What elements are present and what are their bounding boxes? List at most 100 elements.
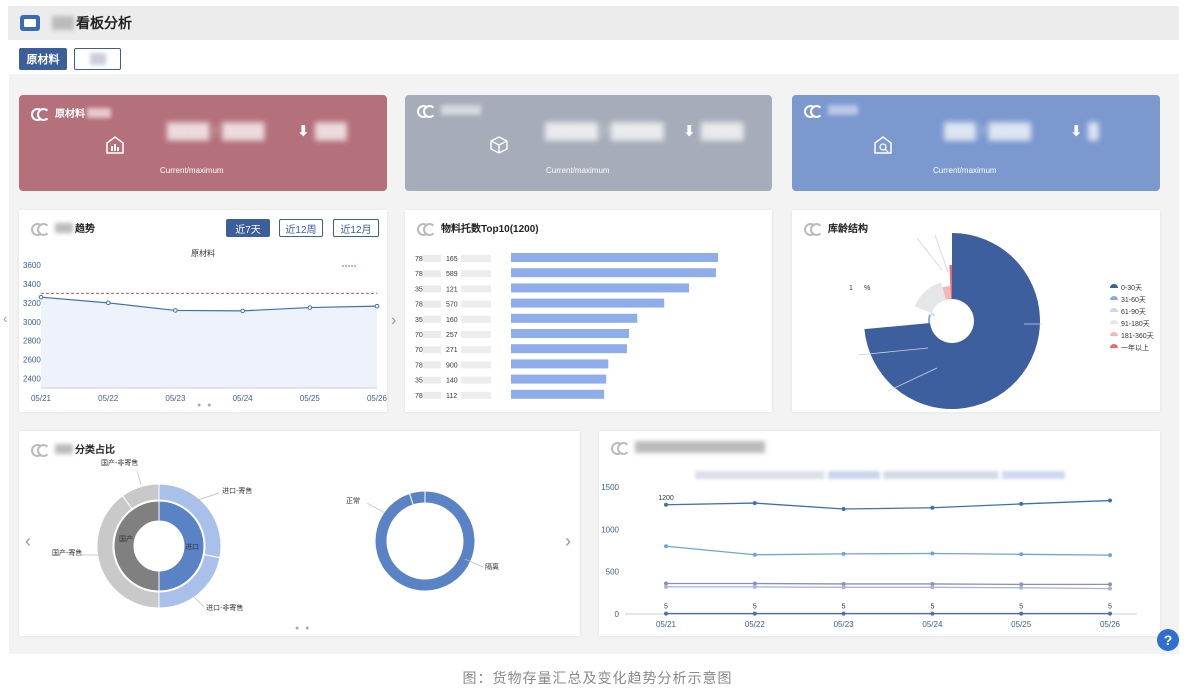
legend-label: 0-30天 xyxy=(1121,284,1142,292)
rose-slice xyxy=(928,314,931,324)
title-bar: 看板分析 xyxy=(8,6,1179,40)
data-point xyxy=(1108,582,1112,587)
data-point xyxy=(1019,501,1024,506)
x-tick-label: 05/21 xyxy=(656,620,677,629)
legend-label: 31-60天 xyxy=(1121,296,1146,304)
dashboard-board: 原材料 ████ / ████ ⬇ ███ Current/maximum ██… xyxy=(3,74,1179,654)
next-arrow-icon[interactable]: › xyxy=(391,312,396,330)
x-tick-label: 05/25 xyxy=(300,394,321,403)
value-label: 112 xyxy=(446,393,457,400)
data-point xyxy=(1019,585,1024,590)
data-point xyxy=(841,611,846,616)
legend-marker xyxy=(1110,320,1118,324)
bar xyxy=(511,313,638,323)
y-tick-label: 3600 xyxy=(23,261,41,270)
bar xyxy=(511,344,627,354)
aging-rose-chart: 1% 0-30天 31-60天 61-90天 91-180天 181-360天一年以上 xyxy=(849,233,1154,409)
legend-marker xyxy=(1110,296,1118,300)
data-point xyxy=(1108,553,1112,558)
tab-other[interactable] xyxy=(74,48,121,70)
label-redacted xyxy=(423,255,441,262)
bar xyxy=(511,329,629,338)
leader-line xyxy=(192,595,205,608)
label-redacted xyxy=(423,391,441,399)
value-label: 257 xyxy=(446,332,458,339)
x-tick-label: 05/22 xyxy=(745,620,766,629)
point-label: 5 xyxy=(1108,604,1112,611)
label-redacted xyxy=(461,270,491,278)
slice-label: % xyxy=(864,285,870,292)
logo-icon xyxy=(31,107,50,121)
data-point xyxy=(752,552,757,557)
category-label: 35 xyxy=(415,286,423,293)
kpi-subtitle: Current/maximum xyxy=(546,166,610,175)
label-redacted xyxy=(461,346,491,354)
rose-slice xyxy=(864,233,1040,409)
prev-arrow-icon[interactable]: ‹ xyxy=(25,531,31,552)
rose-slice xyxy=(930,313,936,317)
legend-marker xyxy=(1110,332,1118,336)
page-title: 看板分析 xyxy=(76,15,132,31)
data-point xyxy=(240,308,245,314)
data-point xyxy=(930,585,935,590)
next-arrow-icon[interactable]: › xyxy=(565,531,571,552)
label-domestic-nonsale: 国产-非寄售 xyxy=(101,458,138,467)
y-tick-label: 1000 xyxy=(601,525,619,534)
point-label: 1200 xyxy=(658,495,674,502)
kpi-card-1: 原材料 ████ / ████ ⬇ ███ Current/maximum xyxy=(19,95,387,191)
data-point xyxy=(664,584,668,589)
multi-line-panel: 0 500 1000 1500 1200 5 5 5 5 5 5 05/21 05/22 05/23 05/… xyxy=(599,431,1160,636)
data-point xyxy=(1019,611,1024,616)
logo-icon xyxy=(804,105,823,118)
label-redacted xyxy=(461,331,491,338)
value-label: 160 xyxy=(446,317,458,324)
value-label: 140 xyxy=(446,378,458,385)
bar xyxy=(511,298,665,308)
legend-label: 181-360天 xyxy=(1121,332,1154,340)
legend-label: 91-180天 xyxy=(1121,320,1150,328)
label-redacted xyxy=(461,300,491,308)
data-point xyxy=(664,544,668,549)
bar xyxy=(511,389,605,399)
kpi-value-redacted: ███ / ████ xyxy=(944,123,1031,140)
y-tick-label: 2400 xyxy=(23,375,41,384)
leader-line xyxy=(136,470,142,485)
label-import-nonsale: 进口-非寄售 xyxy=(206,603,243,612)
category-label: 70 xyxy=(415,332,423,339)
pager-dots[interactable]: ● ● xyxy=(295,625,311,632)
legend-marker xyxy=(1110,308,1118,312)
x-tick-label: 05/26 xyxy=(1100,620,1121,629)
bar xyxy=(511,374,607,384)
pager-dots[interactable]: ● ● xyxy=(197,402,213,409)
y-tick-label: 2600 xyxy=(23,356,41,365)
kpi-value-redacted: ████ / ████ xyxy=(167,123,265,140)
point-label: 5 xyxy=(930,604,934,611)
series-line xyxy=(665,545,1111,556)
tab-raw-material[interactable]: 原材料 xyxy=(19,48,67,70)
logo-icon xyxy=(417,105,436,118)
help-button[interactable]: ? xyxy=(1157,629,1179,651)
leader-line xyxy=(934,234,949,273)
y-tick-label: 3200 xyxy=(23,299,41,308)
category-donut-charts: 国产进口 国产-非寄售进口-寄售国产-寄售进口-非寄售 正常隔离 xyxy=(52,458,499,612)
data-point xyxy=(664,611,668,616)
data-point xyxy=(930,505,935,510)
kpi-change-redacted: ███ xyxy=(315,123,347,140)
label-redacted xyxy=(461,361,491,369)
data-point xyxy=(930,611,935,616)
leader-line xyxy=(916,237,943,271)
x-tick-label: 05/21 xyxy=(31,394,52,403)
prev-arrow-icon[interactable]: ‹ xyxy=(3,310,8,326)
title-redacted xyxy=(52,16,74,30)
series-line xyxy=(666,582,1110,586)
y-tick-label: 2800 xyxy=(23,337,41,346)
y-tick-label: 0 xyxy=(615,610,620,619)
kpi-card-2: █████ / █████ ⬇ ████ Current/maximum xyxy=(405,95,772,191)
tab-bar: 原材料 xyxy=(19,48,121,70)
legend-label: 一年以上 xyxy=(1121,343,1149,352)
arrow-down-icon: ⬇ xyxy=(297,123,310,140)
bar xyxy=(511,359,609,369)
data-point xyxy=(307,305,313,310)
x-tick-label: 05/24 xyxy=(922,620,943,629)
x-tick-label: 05/24 xyxy=(233,394,254,403)
